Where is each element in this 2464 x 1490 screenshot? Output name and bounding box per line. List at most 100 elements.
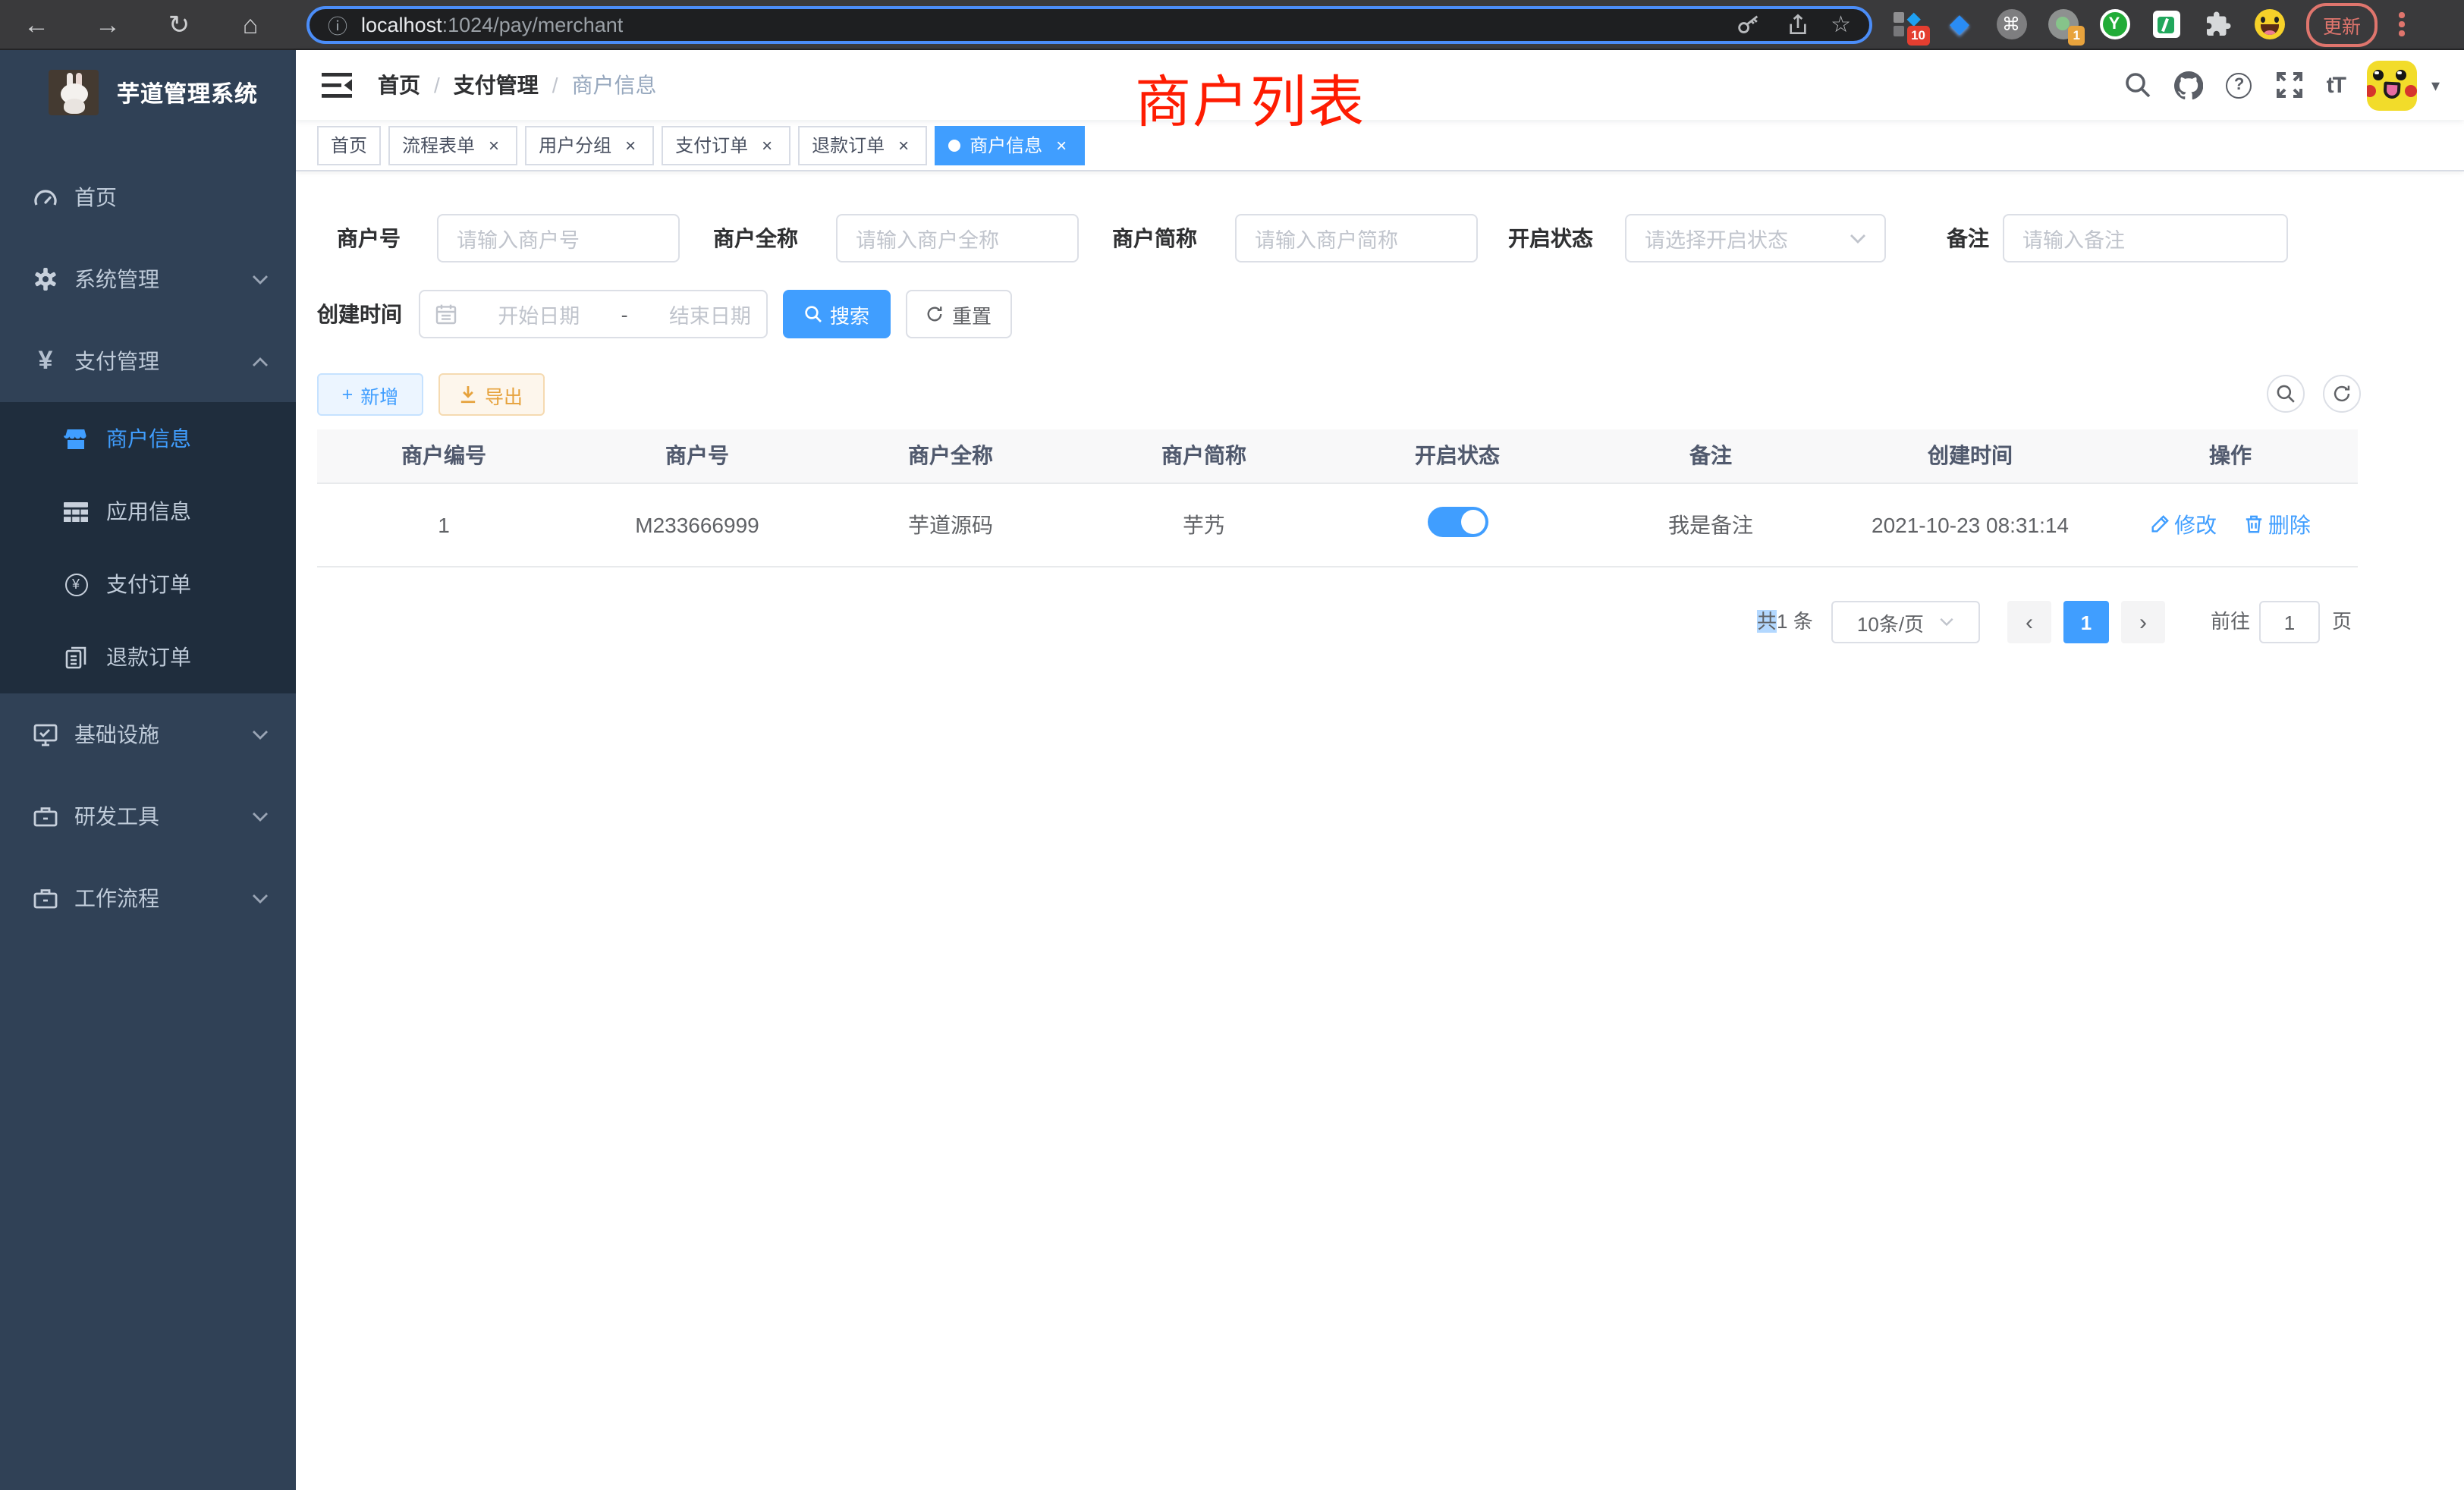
user-avatar[interactable] <box>2368 60 2418 110</box>
sidebar-item-system[interactable]: 系统管理 <box>0 238 296 320</box>
fullscreen-icon[interactable] <box>2275 71 2304 99</box>
goto-page-input[interactable] <box>2259 601 2320 643</box>
short-name-input[interactable]: 请输入商户简称 <box>1235 214 1478 262</box>
profile-badge: 1 <box>2069 26 2085 45</box>
close-icon[interactable]: × <box>621 134 640 156</box>
sidebar-item-workflow[interactable]: 工作流程 <box>0 857 296 939</box>
export-button-label: 导出 <box>485 380 523 409</box>
url-host: localhost <box>361 13 442 36</box>
range-separator: - <box>621 303 628 325</box>
search-icon[interactable] <box>2123 71 2152 99</box>
breadcrumb-pay[interactable]: 支付管理 <box>454 70 539 100</box>
close-icon[interactable]: × <box>484 134 504 156</box>
extension-profile-icon[interactable]: 1 <box>2047 8 2079 40</box>
address-bar[interactable]: ⓘ localhost:1024/pay/merchant ☆ <box>306 5 1872 43</box>
close-icon[interactable]: × <box>1051 134 1071 156</box>
extension-command-icon[interactable]: ⌘ <box>1995 8 2027 40</box>
cell-short-name: 芋艿 <box>1077 483 1331 566</box>
sidebar-item-refund-order[interactable]: 退款订单 <box>0 621 296 693</box>
extension-green-icon[interactable] <box>2150 8 2182 40</box>
remark-input[interactable]: 请输入备注 <box>2003 214 2288 262</box>
close-icon[interactable]: × <box>894 134 913 156</box>
placeholder: 请输入备注 <box>2022 223 2125 253</box>
sidebar-item-label: 研发工具 <box>74 801 159 831</box>
back-icon[interactable]: ← <box>21 11 52 37</box>
full-name-label: 商户全称 <box>713 214 798 262</box>
chevron-down-icon <box>252 893 269 904</box>
share-icon[interactable] <box>1785 11 1809 37</box>
forward-icon[interactable]: → <box>93 11 123 37</box>
extension-gem-icon[interactable]: ◆ <box>1944 8 1975 40</box>
search-button[interactable]: 搜索 <box>783 290 891 338</box>
font-size-icon[interactable]: tT <box>2327 72 2345 98</box>
merchant-table: 商户编号 商户号 商户全称 商户简称 开启状态 备注 创建时间 操作 1 M23… <box>317 429 2358 567</box>
active-dot <box>948 139 960 151</box>
reset-button[interactable]: 重置 <box>906 290 1012 338</box>
reload-icon[interactable]: ↻ <box>164 11 194 37</box>
hamburger-icon[interactable] <box>322 72 352 98</box>
password-key-icon[interactable] <box>1735 11 1761 37</box>
app-header: 首页 / 支付管理 / 商户信息 ? <box>296 50 2464 120</box>
extension-blocks-icon[interactable]: ◆ 10 <box>1892 8 1924 40</box>
merchant-no-label: 商户号 <box>337 214 401 262</box>
url-text[interactable]: localhost:1024/pay/merchant <box>361 13 623 36</box>
current-page-button[interactable]: 1 <box>2063 601 2109 643</box>
edit-link[interactable]: 修改 <box>2150 509 2217 539</box>
extension-badge: 10 <box>1906 26 1930 45</box>
tab-pay-order[interactable]: 支付订单 × <box>662 125 790 165</box>
full-name-input[interactable]: 请输入商户全称 <box>836 214 1079 262</box>
sidebar-item-pay-order[interactable]: ¥ 支付订单 <box>0 548 296 621</box>
site-info-icon[interactable]: ⓘ <box>328 10 347 39</box>
extension-y-icon[interactable]: Y <box>2098 8 2130 40</box>
sidebar-item-merchant-info[interactable]: 商户信息 <box>0 402 296 475</box>
tab-refund-order[interactable]: 退款订单 × <box>798 125 927 165</box>
sidebar-item-app-info[interactable]: 应用信息 <box>0 475 296 548</box>
tab-label: 商户信息 <box>970 132 1042 158</box>
delete-link[interactable]: 删除 <box>2244 509 2311 539</box>
browser-toolbar: ← → ↻ ⌂ ⓘ localhost:1024/pay/merchant ☆ <box>0 0 2464 50</box>
cell-merchant-id: 1 <box>317 483 570 566</box>
sidebar-item-label: 首页 <box>74 182 117 212</box>
caret-down-icon[interactable]: ▾ <box>2431 75 2440 95</box>
screen: ← → ↻ ⌂ ⓘ localhost:1024/pay/merchant ☆ <box>0 0 2464 1490</box>
profile-avatar-emoji[interactable] <box>2253 8 2285 40</box>
app-logo[interactable]: 芋道管理系统 <box>0 50 296 130</box>
extensions-area: ◆ 10 ◆ ⌘ 1 Y <box>1892 8 2285 40</box>
tab-user-group[interactable]: 用户分组 × <box>525 125 654 165</box>
tab-home[interactable]: 首页 <box>317 125 381 165</box>
tab-label: 支付订单 <box>675 132 748 158</box>
app-title: 芋道管理系统 <box>117 77 258 108</box>
next-page-button[interactable]: › <box>2121 601 2165 643</box>
breadcrumb-home[interactable]: 首页 <box>378 70 420 100</box>
add-button[interactable]: + 新增 <box>317 373 423 416</box>
sidebar-item-label: 退款订单 <box>106 642 191 672</box>
github-icon[interactable] <box>2175 71 2204 99</box>
help-icon[interactable]: ? <box>2227 72 2252 98</box>
refresh-table-button[interactable] <box>2323 375 2361 413</box>
tab-merchant-info[interactable]: 商户信息 × <box>935 125 1085 165</box>
home-icon[interactable]: ⌂ <box>235 11 266 37</box>
cell-merchant-no: M233666999 <box>570 483 824 566</box>
browser-menu-icon[interactable] <box>2393 10 2410 39</box>
export-button[interactable]: 导出 <box>438 373 545 416</box>
tab-flow-form[interactable]: 流程表单 × <box>388 125 517 165</box>
sidebar-item-home[interactable]: 首页 <box>0 156 296 238</box>
page-size-select[interactable]: 10条/页 <box>1831 601 1980 643</box>
extensions-puzzle-icon[interactable] <box>2202 8 2233 40</box>
breadcrumb-separator: / <box>434 73 440 97</box>
toggle-search-button[interactable] <box>2267 375 2305 413</box>
merchant-no-input[interactable]: 请输入商户号 <box>437 214 680 262</box>
sidebar-item-devtools[interactable]: 研发工具 <box>0 775 296 857</box>
status-toggle[interactable] <box>1427 507 1488 537</box>
pagination-total: 共1 条 <box>1757 601 1813 643</box>
close-icon[interactable]: × <box>757 134 777 156</box>
toolbox-icon <box>33 804 58 828</box>
browser-update-button[interactable]: 更新 <box>2306 2 2378 46</box>
sidebar-item-infra[interactable]: 基础设施 <box>0 693 296 775</box>
bookmark-star-icon[interactable]: ☆ <box>1831 11 1851 38</box>
status-select[interactable]: 请选择开启状态 <box>1625 214 1886 262</box>
create-time-range-picker[interactable]: 开始日期 - 结束日期 <box>419 290 768 338</box>
start-date-placeholder: 开始日期 <box>498 299 580 329</box>
prev-page-button[interactable]: ‹ <box>2007 601 2051 643</box>
sidebar-item-pay[interactable]: ¥ 支付管理 <box>0 320 296 402</box>
